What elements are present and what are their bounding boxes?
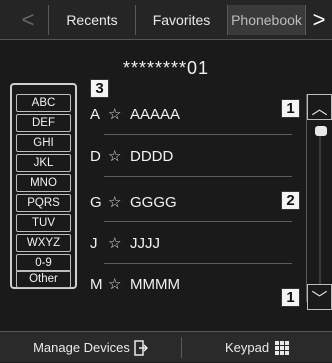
contact-name: DDDD	[130, 147, 174, 165]
callout-index: 3	[90, 79, 109, 98]
contact-row[interactable]: D ☆ DDDD	[90, 141, 300, 171]
contact-name: JJJJ	[130, 234, 160, 252]
star-icon[interactable]: ☆	[108, 147, 130, 165]
star-icon[interactable]: ☆	[108, 234, 130, 252]
index-item[interactable]: PQRS	[16, 194, 71, 212]
index-item[interactable]: ABC	[16, 94, 71, 112]
scroll-rail	[319, 134, 321, 284]
manage-devices-label: Manage Devices	[33, 340, 130, 355]
contact-letter: D	[90, 147, 101, 165]
star-icon[interactable]: ☆	[108, 275, 130, 293]
keypad-grid-icon	[275, 340, 290, 355]
contact-letter: J	[90, 234, 98, 252]
contact-row[interactable]: G ☆ GGGG	[90, 187, 300, 217]
device-exit-icon	[134, 339, 148, 356]
divider	[104, 176, 292, 177]
star-icon[interactable]: ☆	[108, 105, 130, 123]
index-item[interactable]: MNO	[16, 174, 71, 192]
callout-scroll-down: 1	[281, 288, 300, 307]
scroll-down-button[interactable]: ﹀	[307, 284, 332, 310]
contact-row[interactable]: A ☆ AAAAA	[90, 99, 300, 129]
index-item[interactable]: TUV	[16, 214, 71, 232]
scroll-up-button[interactable]: ︿	[307, 94, 332, 120]
contact-letter: M	[90, 275, 103, 293]
callout-scroll-bar: 2	[281, 191, 300, 210]
divider	[104, 263, 292, 264]
alphabet-index: ABC DEF GHI JKL MNO PQRS TUV WXYZ 0-9 Ot…	[10, 83, 77, 289]
index-item[interactable]: WXYZ	[16, 234, 71, 252]
tab-phonebook[interactable]: Phonebook	[227, 5, 305, 35]
phone-number: ********01	[122, 58, 210, 78]
tab-bar: < Recents Favorites Phonebook >	[0, 0, 332, 40]
manage-devices-button[interactable]: Manage Devices	[0, 332, 181, 363]
tab-favorites[interactable]: Favorites	[135, 5, 227, 35]
forward-tab-arrow[interactable]: >	[305, 5, 332, 35]
index-item[interactable]: GHI	[16, 134, 71, 152]
tab-recents[interactable]: Recents	[48, 5, 135, 35]
keypad-label: Keypad	[224, 340, 270, 355]
contact-name: GGGG	[130, 193, 177, 211]
index-item[interactable]: DEF	[16, 114, 71, 132]
divider	[104, 134, 292, 135]
divider	[104, 221, 292, 222]
index-item[interactable]: Other	[16, 270, 71, 288]
index-item[interactable]: JKL	[16, 154, 71, 172]
keypad-button[interactable]: Keypad	[182, 332, 332, 363]
contact-row[interactable]: M ☆ MMMM	[90, 269, 300, 299]
contact-name: AAAAA	[130, 105, 181, 123]
contact-name: MMMM	[130, 275, 180, 293]
back-tab-arrow[interactable]: <	[8, 5, 48, 35]
star-icon[interactable]: ☆	[108, 193, 130, 211]
callout-scroll-up: 1	[281, 99, 300, 118]
scroll-thumb[interactable]	[315, 126, 327, 136]
bottom-bar: Manage Devices Keypad	[0, 331, 332, 362]
contact-letter: A	[90, 105, 101, 123]
contact-row[interactable]: J ☆ JJJJ	[90, 228, 300, 258]
contact-letter: G	[90, 193, 102, 211]
